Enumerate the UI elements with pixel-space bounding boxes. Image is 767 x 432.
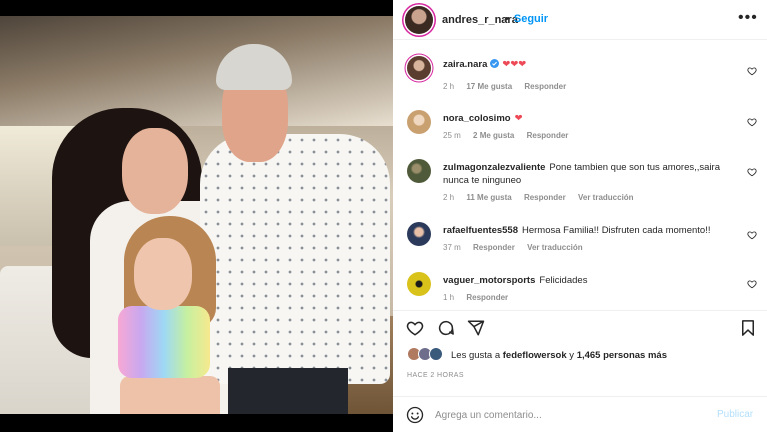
post-header: andres_r_nara Seguir ••• (393, 0, 767, 40)
comment-likes[interactable]: 2 Me gusta (473, 131, 514, 140)
heart-icon[interactable] (747, 117, 757, 127)
comment-time: 25 m (443, 131, 461, 140)
commenter-avatar[interactable] (407, 272, 431, 296)
likes-count[interactable]: 1,465 personas más (577, 350, 667, 361)
comment-text: rafaelfuentes558 Hermosa Familia!! Disfru… (443, 224, 733, 237)
liker-avatar (429, 347, 443, 361)
comment-body: ❤ (514, 113, 523, 124)
heart-icon[interactable] (406, 319, 424, 337)
comment-time: 37 m (443, 243, 461, 252)
comment-icon[interactable] (437, 319, 455, 337)
commenter-username[interactable]: vaguer_motorsports (443, 275, 535, 286)
author-avatar[interactable] (405, 6, 433, 34)
commenter-avatar[interactable] (407, 56, 431, 80)
commenter-username[interactable]: nora_colosimo (443, 113, 511, 124)
photo-girl (118, 306, 210, 378)
likes-text: Les gusta a fedeflowersok y 1,465 person… (451, 350, 667, 361)
comment-meta: 37 m Responder Ver traducción (443, 243, 593, 252)
more-icon[interactable]: ••• (738, 10, 758, 26)
comment-input[interactable] (435, 406, 695, 424)
reply-button[interactable]: Responder (524, 82, 566, 91)
comment-likes[interactable]: 17 Me gusta (466, 82, 512, 91)
comment-body: ❤❤❤ (502, 59, 527, 70)
post-side-panel: andres_r_nara Seguir ••• zaira.nara ❤❤❤ 2… (393, 0, 767, 432)
commenter-avatar[interactable] (407, 159, 431, 183)
share-icon[interactable] (467, 319, 485, 337)
reply-button[interactable]: Responder (466, 293, 508, 302)
commenter-avatar[interactable] (407, 222, 431, 246)
commenter-username[interactable]: zaira.nara (443, 59, 487, 70)
comments-list: zaira.nara ❤❤❤ 2 h 17 Me gusta Responder … (393, 40, 767, 308)
comment-likes[interactable]: 11 Me gusta (466, 193, 511, 202)
verified-badge-icon (490, 59, 500, 68)
comment-composer: Publicar (393, 396, 767, 432)
comment-text: zulmagonzalezvaliente Pone tambien que so… (443, 161, 733, 187)
emoji-icon[interactable] (406, 406, 424, 424)
comment-body: Felicidades (539, 275, 588, 286)
photo-background (0, 16, 393, 126)
reply-button[interactable]: Responder (473, 243, 515, 252)
follow-button[interactable]: Seguir (505, 13, 548, 25)
publish-button[interactable]: Publicar (717, 409, 753, 420)
post-photo[interactable] (0, 16, 393, 414)
reply-button[interactable]: Responder (524, 193, 566, 202)
comment-meta: 1 h Responder (443, 293, 518, 302)
post-timestamp: HACE 2 HORAS (407, 372, 464, 379)
photo-man-pants (228, 368, 348, 414)
commenter-username[interactable]: rafaelfuentes558 (443, 225, 518, 236)
photo-girl-legs (120, 376, 220, 414)
likes-prefix: Les gusta a (451, 350, 501, 361)
heart-icon[interactable] (747, 230, 757, 240)
post-actions-bar (393, 310, 767, 342)
photo-man (200, 134, 390, 384)
likes-conjunction: y (569, 350, 575, 361)
photo-girl-face (134, 238, 192, 310)
comment-text: zaira.nara ❤❤❤ (443, 58, 733, 71)
heart-icon[interactable] (747, 66, 757, 76)
comment-time: 2 h (443, 82, 455, 91)
liker-avatars (407, 347, 447, 363)
commenter-avatar[interactable] (407, 110, 431, 134)
translate-button[interactable]: Ver traducción (578, 193, 634, 202)
translate-button[interactable]: Ver traducción (527, 243, 583, 252)
comment-body: Hermosa Familia!! Disfruten cada momento… (521, 225, 711, 236)
comment-time: 1 h (443, 293, 455, 302)
commenter-username[interactable]: zulmagonzalezvaliente (443, 162, 545, 173)
comment-meta: 2 h 17 Me gusta Responder (443, 82, 576, 91)
comment-meta: 25 m 2 Me gusta Responder (443, 131, 578, 140)
liker-username[interactable]: fedeflowersok (503, 350, 567, 361)
heart-icon[interactable] (747, 279, 757, 289)
comment-text: nora_colosimo ❤ (443, 112, 733, 125)
reply-button[interactable]: Responder (527, 131, 569, 140)
photo-woman-face (122, 128, 188, 214)
heart-icon[interactable] (747, 167, 757, 177)
comment-text: vaguer_motorsports Felicidades (443, 274, 733, 287)
bookmark-icon[interactable] (739, 319, 757, 337)
comment-time: 2 h (443, 193, 455, 202)
comment-meta: 2 h 11 Me gusta Responder Ver traducción (443, 193, 644, 202)
